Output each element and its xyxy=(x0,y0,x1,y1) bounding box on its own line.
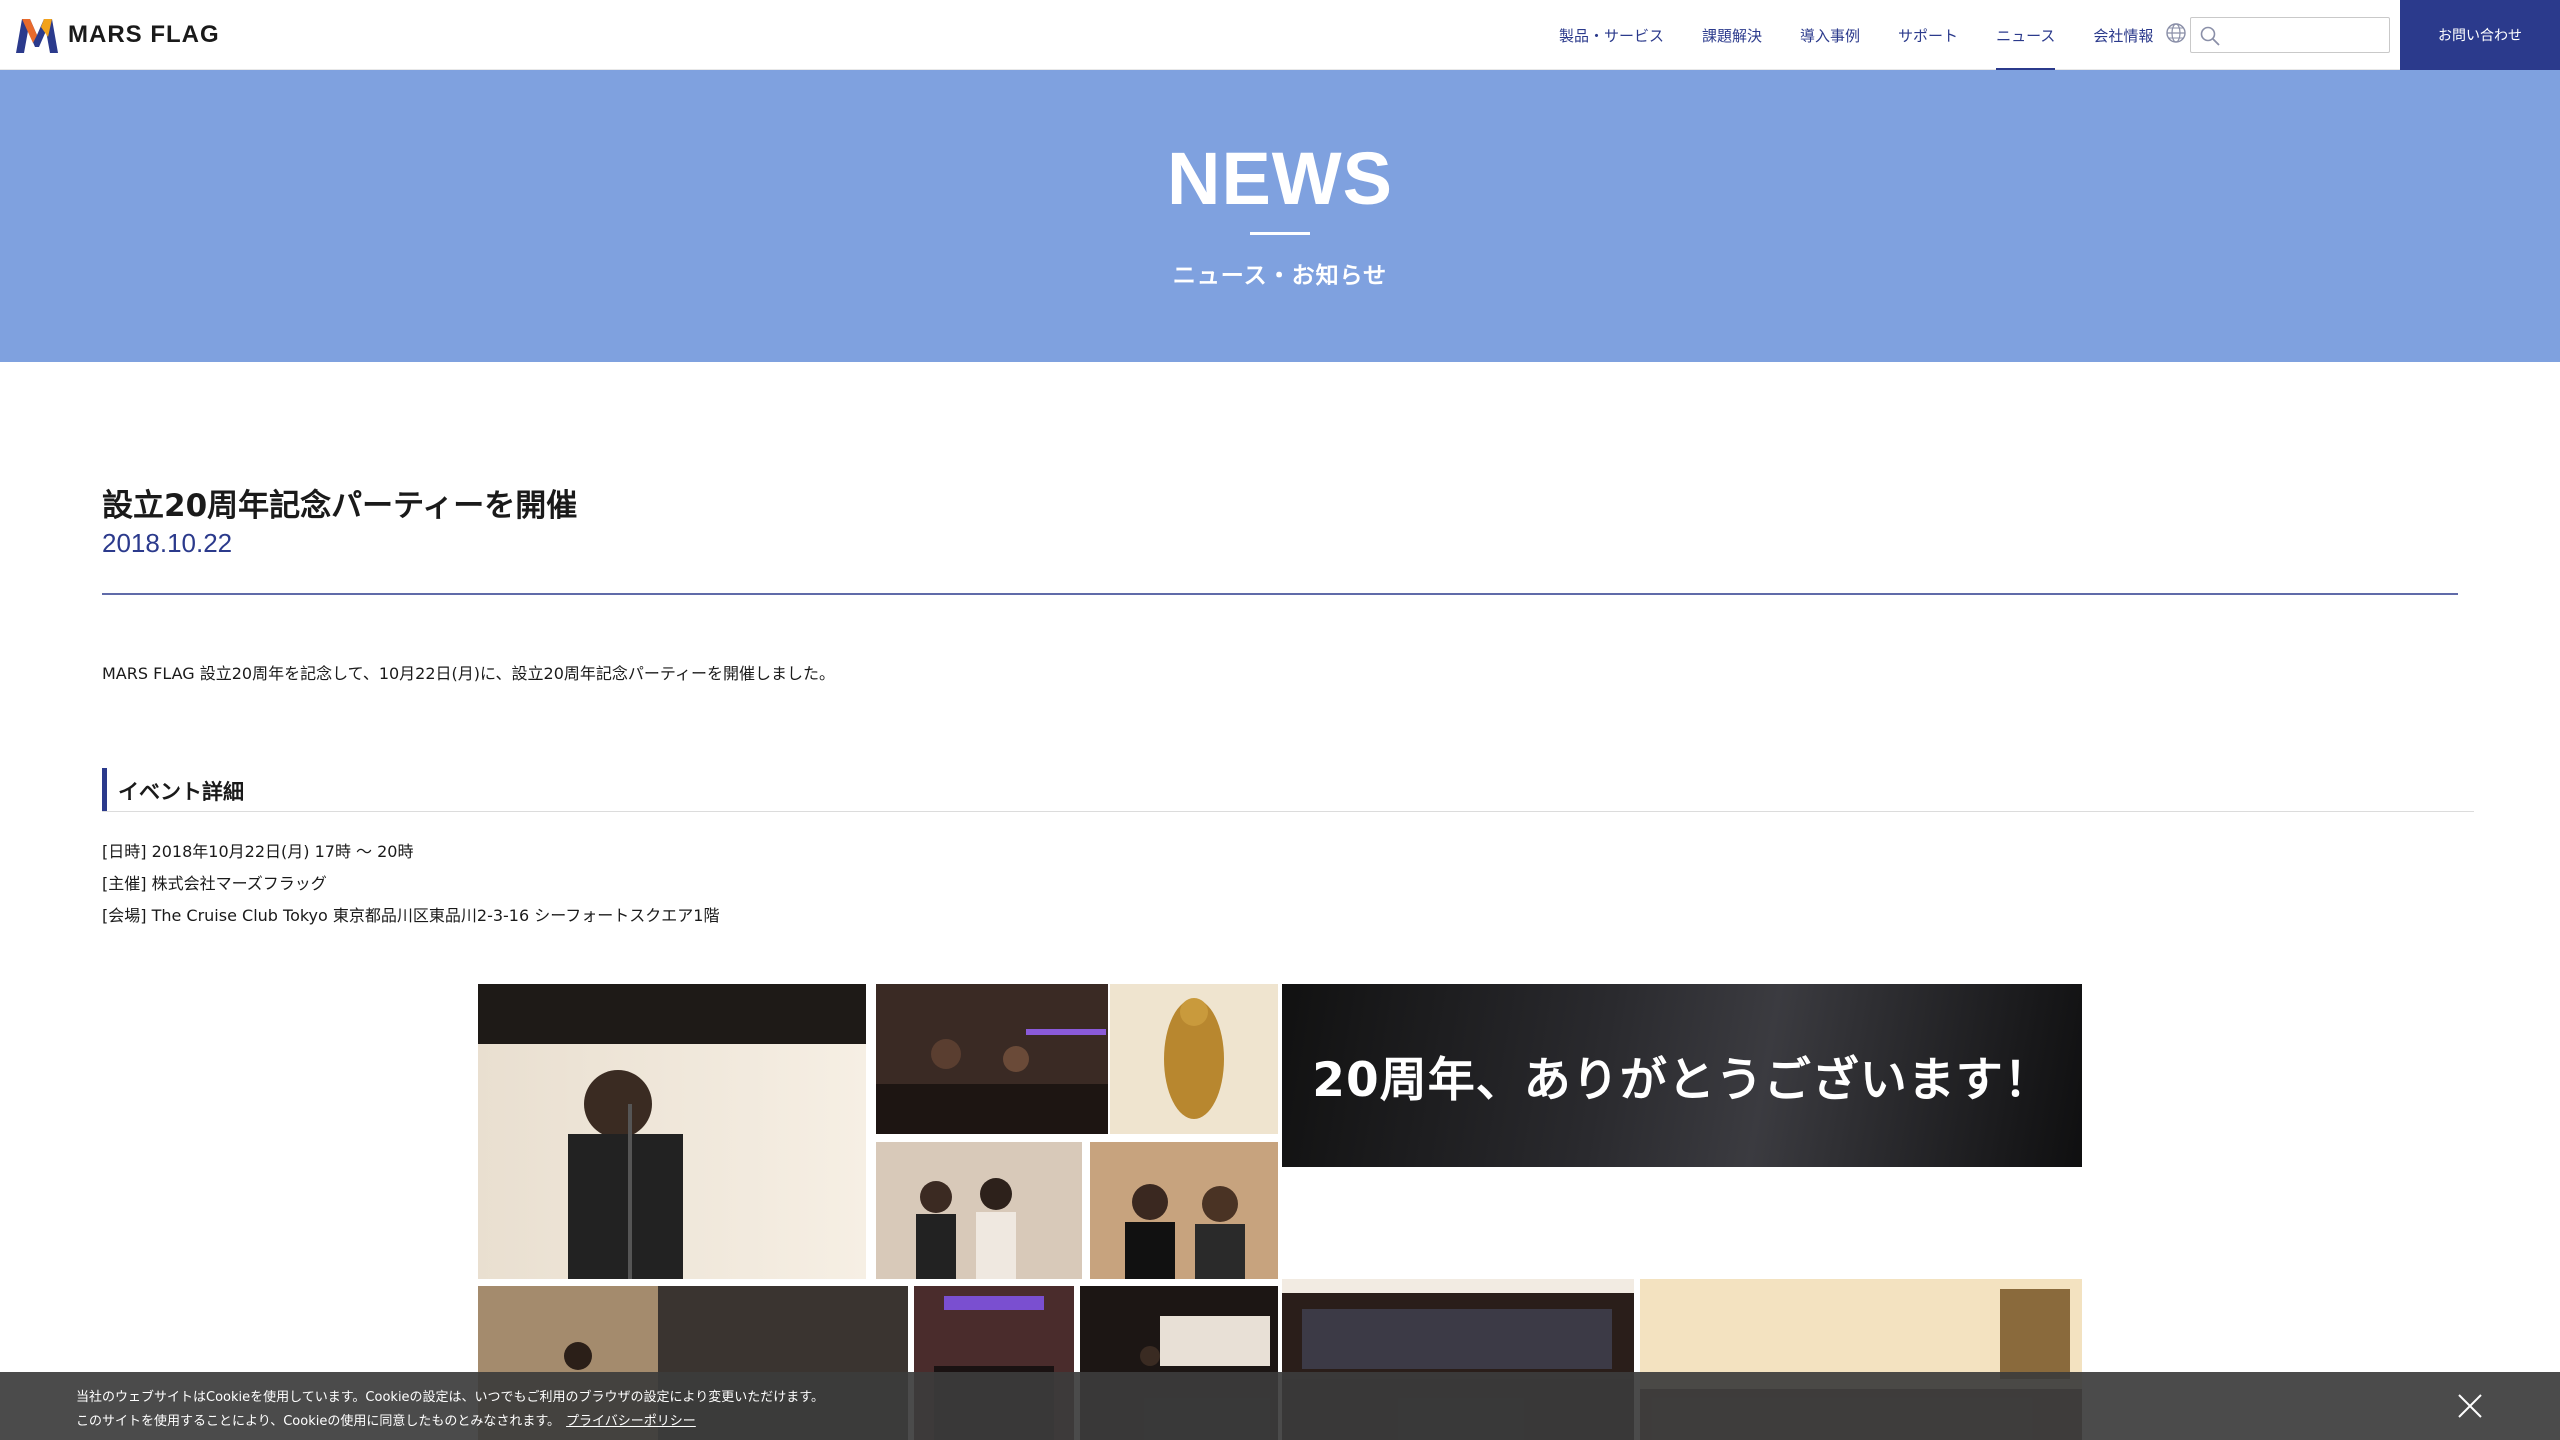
detail-organizer: [主催] 株式会社マーズフラッグ xyxy=(102,874,327,893)
globe-icon[interactable] xyxy=(2165,22,2187,44)
section-heading-label: イベント詳細 xyxy=(118,780,244,804)
photo-statue xyxy=(1110,984,1278,1134)
detail-datetime: [日時] 2018年10月22日(月) 17時 〜 20時 xyxy=(102,842,414,861)
mars-flag-logo-icon xyxy=(16,19,58,53)
main-nav: 製品・サービス 課題解決 導入事例 サポート ニュース 会社情報 xyxy=(1540,0,2172,70)
nav-news-label: ニュース xyxy=(1996,26,2056,45)
close-icon[interactable] xyxy=(2456,1392,2484,1420)
photo-guests-2 xyxy=(1090,1142,1278,1279)
hero-banner: NEWS ニュース・お知らせ xyxy=(0,70,2560,362)
cookie-notice-line2: このサイトを使用することにより、Cookieの使用に同意したものとみなされます。… xyxy=(76,1410,696,1429)
nav-company-label: 会社情報 xyxy=(2093,26,2154,45)
nav-solutions[interactable]: 課題解決 xyxy=(1683,0,1781,70)
photo-guests-1 xyxy=(876,1142,1082,1279)
nav-products[interactable]: 製品・サービス xyxy=(1540,0,1683,70)
search-icon[interactable] xyxy=(2199,25,2221,47)
section-heading: イベント詳細 xyxy=(102,768,2474,812)
contact-button[interactable]: お問い合わせ xyxy=(2400,0,2560,70)
detail-venue: [会場] The Cruise Club Tokyo 東京都品川区東品川2-3-… xyxy=(102,906,720,925)
section-heading-accent xyxy=(102,768,107,811)
photo-speaker xyxy=(478,984,866,1279)
nav-news[interactable]: ニュース xyxy=(1977,0,2074,70)
anniversary-banner-text: 20周年、ありがとうございます！ xyxy=(1312,1053,2052,1108)
cookie-notice-line1: 当社のウェブサイトはCookieを使用しています。Cookieの設定は、いつでも… xyxy=(76,1390,824,1405)
nav-solutions-label: 課題解決 xyxy=(1702,26,1763,45)
cookie-banner: 当社のウェブサイトはCookieを使用しています。Cookieの設定は、いつでも… xyxy=(0,1372,2560,1440)
anniversary-banner: 20周年、ありがとうございます！ xyxy=(1282,984,2082,1167)
nav-support-label: サポート xyxy=(1898,26,1959,45)
article-date: 2018.10.22 xyxy=(102,528,233,558)
photo-crowd-1 xyxy=(876,984,1108,1134)
privacy-policy-link[interactable]: プライバシーポリシー xyxy=(566,1414,696,1429)
nav-case-studies-label: 導入事例 xyxy=(1800,26,1861,45)
article-divider xyxy=(102,593,2458,595)
logo[interactable]: MARS FLAG xyxy=(14,14,220,56)
cookie-notice-line2-text: このサイトを使用することにより、Cookieの使用に同意したものとみなされます。 xyxy=(76,1414,561,1429)
nav-company[interactable]: 会社情報 xyxy=(2074,0,2172,70)
article-title: 設立20周年記念パーティーを開催 xyxy=(102,488,578,524)
logo-text: MARS FLAG xyxy=(68,21,220,48)
hero-divider xyxy=(1250,232,1310,235)
contact-button-label: お問い合わせ xyxy=(2438,28,2522,44)
nav-products-label: 製品・サービス xyxy=(1559,26,1665,45)
search-input[interactable] xyxy=(2227,22,2383,48)
nav-case-studies[interactable]: 導入事例 xyxy=(1781,0,1879,70)
hero-subtitle: ニュース・お知らせ xyxy=(1172,263,1388,289)
site-header: MARS FLAG 製品・サービス 課題解決 導入事例 サポート ニュース 会社… xyxy=(0,0,2560,70)
article-lead: MARS FLAG 設立20周年を記念して、10月22日(月)に、設立20周年記… xyxy=(102,664,835,683)
search-box xyxy=(2190,17,2390,53)
hero-title: NEWS xyxy=(1167,137,1393,220)
nav-support[interactable]: サポート xyxy=(1879,0,1977,70)
